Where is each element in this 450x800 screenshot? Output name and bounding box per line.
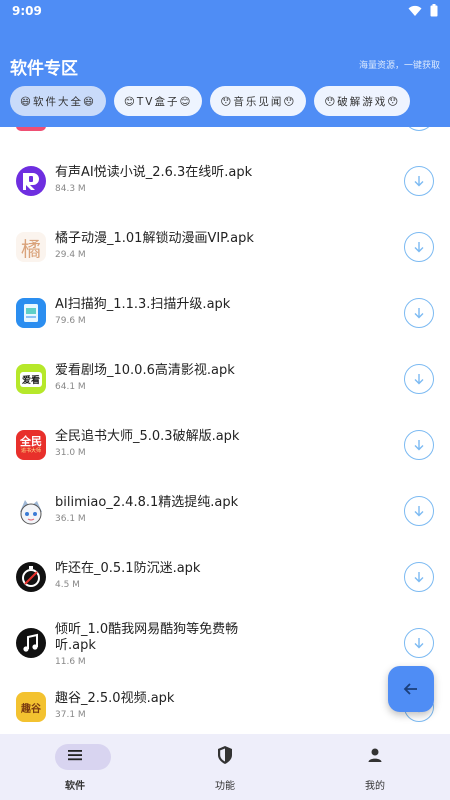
category-tabs: 😄软件大全😄 😊TV盒子😊 😯音乐见闻😯 😯破解游戏😯: [10, 86, 411, 116]
download-arrow-icon: [414, 440, 424, 451]
app-name: 趣谷_2.5.0视频.apk: [55, 691, 175, 706]
page-title: 软件专区: [10, 59, 78, 79]
nav-item-features[interactable]: 功能: [150, 734, 300, 800]
download-button[interactable]: [404, 496, 434, 526]
app-name: 有声AI悦读小说_2.6.3在线听.apk: [55, 165, 253, 180]
person-icon: [368, 748, 382, 762]
nav-label: 我的: [365, 781, 385, 792]
bottom-nav: 软件 功能 我的: [0, 734, 450, 800]
arrow-left-icon: [403, 683, 417, 695]
download-button[interactable]: [404, 166, 434, 196]
list-item[interactable]: bilimiao_2.4.8.1精选提纯.apk 36.1 M: [0, 477, 450, 543]
nav-item-software[interactable]: 软件: [0, 734, 150, 800]
tab-tv-box[interactable]: 😊TV盒子😊: [113, 86, 203, 116]
app-icon-quanmin: 全民 追书大师: [16, 430, 46, 460]
tab-software[interactable]: 😄软件大全😄: [10, 86, 106, 116]
download-arrow-icon: [414, 572, 424, 583]
list-item[interactable]: 咋还在_0.5.1防沉迷.apk 4.5 M: [0, 543, 450, 609]
list-item[interactable]: 倾听_1.0酷我网易酷狗等免费畅听.apk 11.6 M: [0, 609, 450, 675]
app-size: 37.1 M: [55, 710, 86, 720]
status-bar: 9:09: [0, 0, 450, 24]
status-icons: [408, 4, 438, 17]
download-button[interactable]: [404, 298, 434, 328]
download-button-partial[interactable]: [404, 127, 434, 131]
download-arrow-icon: [414, 308, 424, 319]
app-icon-bilimiao: [16, 496, 46, 526]
header-slogan: 海量资源，一键获取: [358, 61, 440, 71]
download-arrow-icon: [414, 242, 424, 253]
download-button[interactable]: [404, 562, 434, 592]
nav-item-profile[interactable]: 我的: [300, 734, 450, 800]
nav-label: 软件: [65, 781, 85, 792]
app-icon-ai-scan: [16, 298, 46, 328]
menu-icon: [68, 750, 82, 761]
list-item[interactable]: 趣谷 趣谷_2.5.0视频.apk 37.1 M: [0, 675, 450, 734]
list-item[interactable]: 爱看 爱看剧场_10.0.6高清影视.apk 64.1 M: [0, 345, 450, 411]
battery-icon: [430, 4, 438, 17]
app-size: 64.1 M: [55, 382, 86, 392]
app-name: 爱看剧场_10.0.6高清影视.apk: [55, 363, 235, 378]
app-icon-juzi: 橘: [16, 232, 46, 262]
app-size: 79.6 M: [55, 316, 86, 326]
download-arrow-icon: [414, 638, 424, 649]
app-name: 全民追书大师_5.0.3破解版.apk: [55, 429, 240, 444]
app-list[interactable]: 有声AI悦读小说_2.6.3在线听.apk 84.3 M 橘 橘子动漫_1.01…: [0, 127, 450, 734]
app-icon-aikan: 爱看: [16, 364, 46, 394]
app-size: 4.5 M: [55, 580, 80, 590]
app-size: 84.3 M: [55, 184, 86, 194]
list-item[interactable]: 全民 追书大师 全民追书大师_5.0.3破解版.apk 31.0 M: [0, 411, 450, 477]
app-size: 29.4 M: [55, 250, 86, 260]
header: 9:09 软件专区 海量资源，一键获取 😄软件大全😄 😊TV盒子😊 😯音乐见闻😯…: [0, 0, 450, 127]
app-icon-youxing: [16, 166, 46, 196]
download-button[interactable]: [404, 232, 434, 262]
list-item[interactable]: 有声AI悦读小说_2.6.3在线听.apk 84.3 M: [0, 147, 450, 213]
app-name: 咋还在_0.5.1防沉迷.apk: [55, 561, 201, 576]
app-size: 11.6 M: [55, 657, 86, 667]
list-item[interactable]: 橘 橘子动漫_1.01解锁动漫画VIP.apk 29.4 M: [0, 213, 450, 279]
app-size: 36.1 M: [55, 514, 86, 524]
nav-label: 功能: [215, 781, 235, 792]
app-icon-qingting: [16, 628, 46, 658]
download-arrow-icon: [414, 176, 424, 187]
app-name: 橘子动漫_1.01解锁动漫画VIP.apk: [55, 231, 254, 246]
app-size: 31.0 M: [55, 448, 86, 458]
app-icon-partial: [16, 127, 46, 131]
tab-games[interactable]: 😯破解游戏😯: [314, 86, 411, 116]
app-name: AI扫描狗_1.1.3.扫描升级.apk: [55, 297, 231, 312]
download-button[interactable]: [404, 364, 434, 394]
status-time: 9:09: [12, 4, 42, 18]
wifi-icon: [408, 5, 422, 16]
download-button[interactable]: [404, 628, 434, 658]
app-icon-qugu: 趣谷: [16, 692, 46, 722]
download-arrow-icon: [414, 506, 424, 517]
app-name: 倾听_1.0酷我网易酷狗等免费畅听.apk: [55, 622, 239, 653]
app-icon-zahaizai: [16, 562, 46, 592]
shield-icon: [218, 746, 232, 764]
back-fab-button[interactable]: [388, 666, 434, 712]
app-name: bilimiao_2.4.8.1精选提纯.apk: [55, 495, 239, 510]
download-button[interactable]: [404, 430, 434, 460]
download-arrow-icon: [414, 374, 424, 385]
tab-music[interactable]: 😯音乐见闻😯: [210, 86, 307, 116]
list-item[interactable]: AI扫描狗_1.1.3.扫描升级.apk 79.6 M: [0, 279, 450, 345]
